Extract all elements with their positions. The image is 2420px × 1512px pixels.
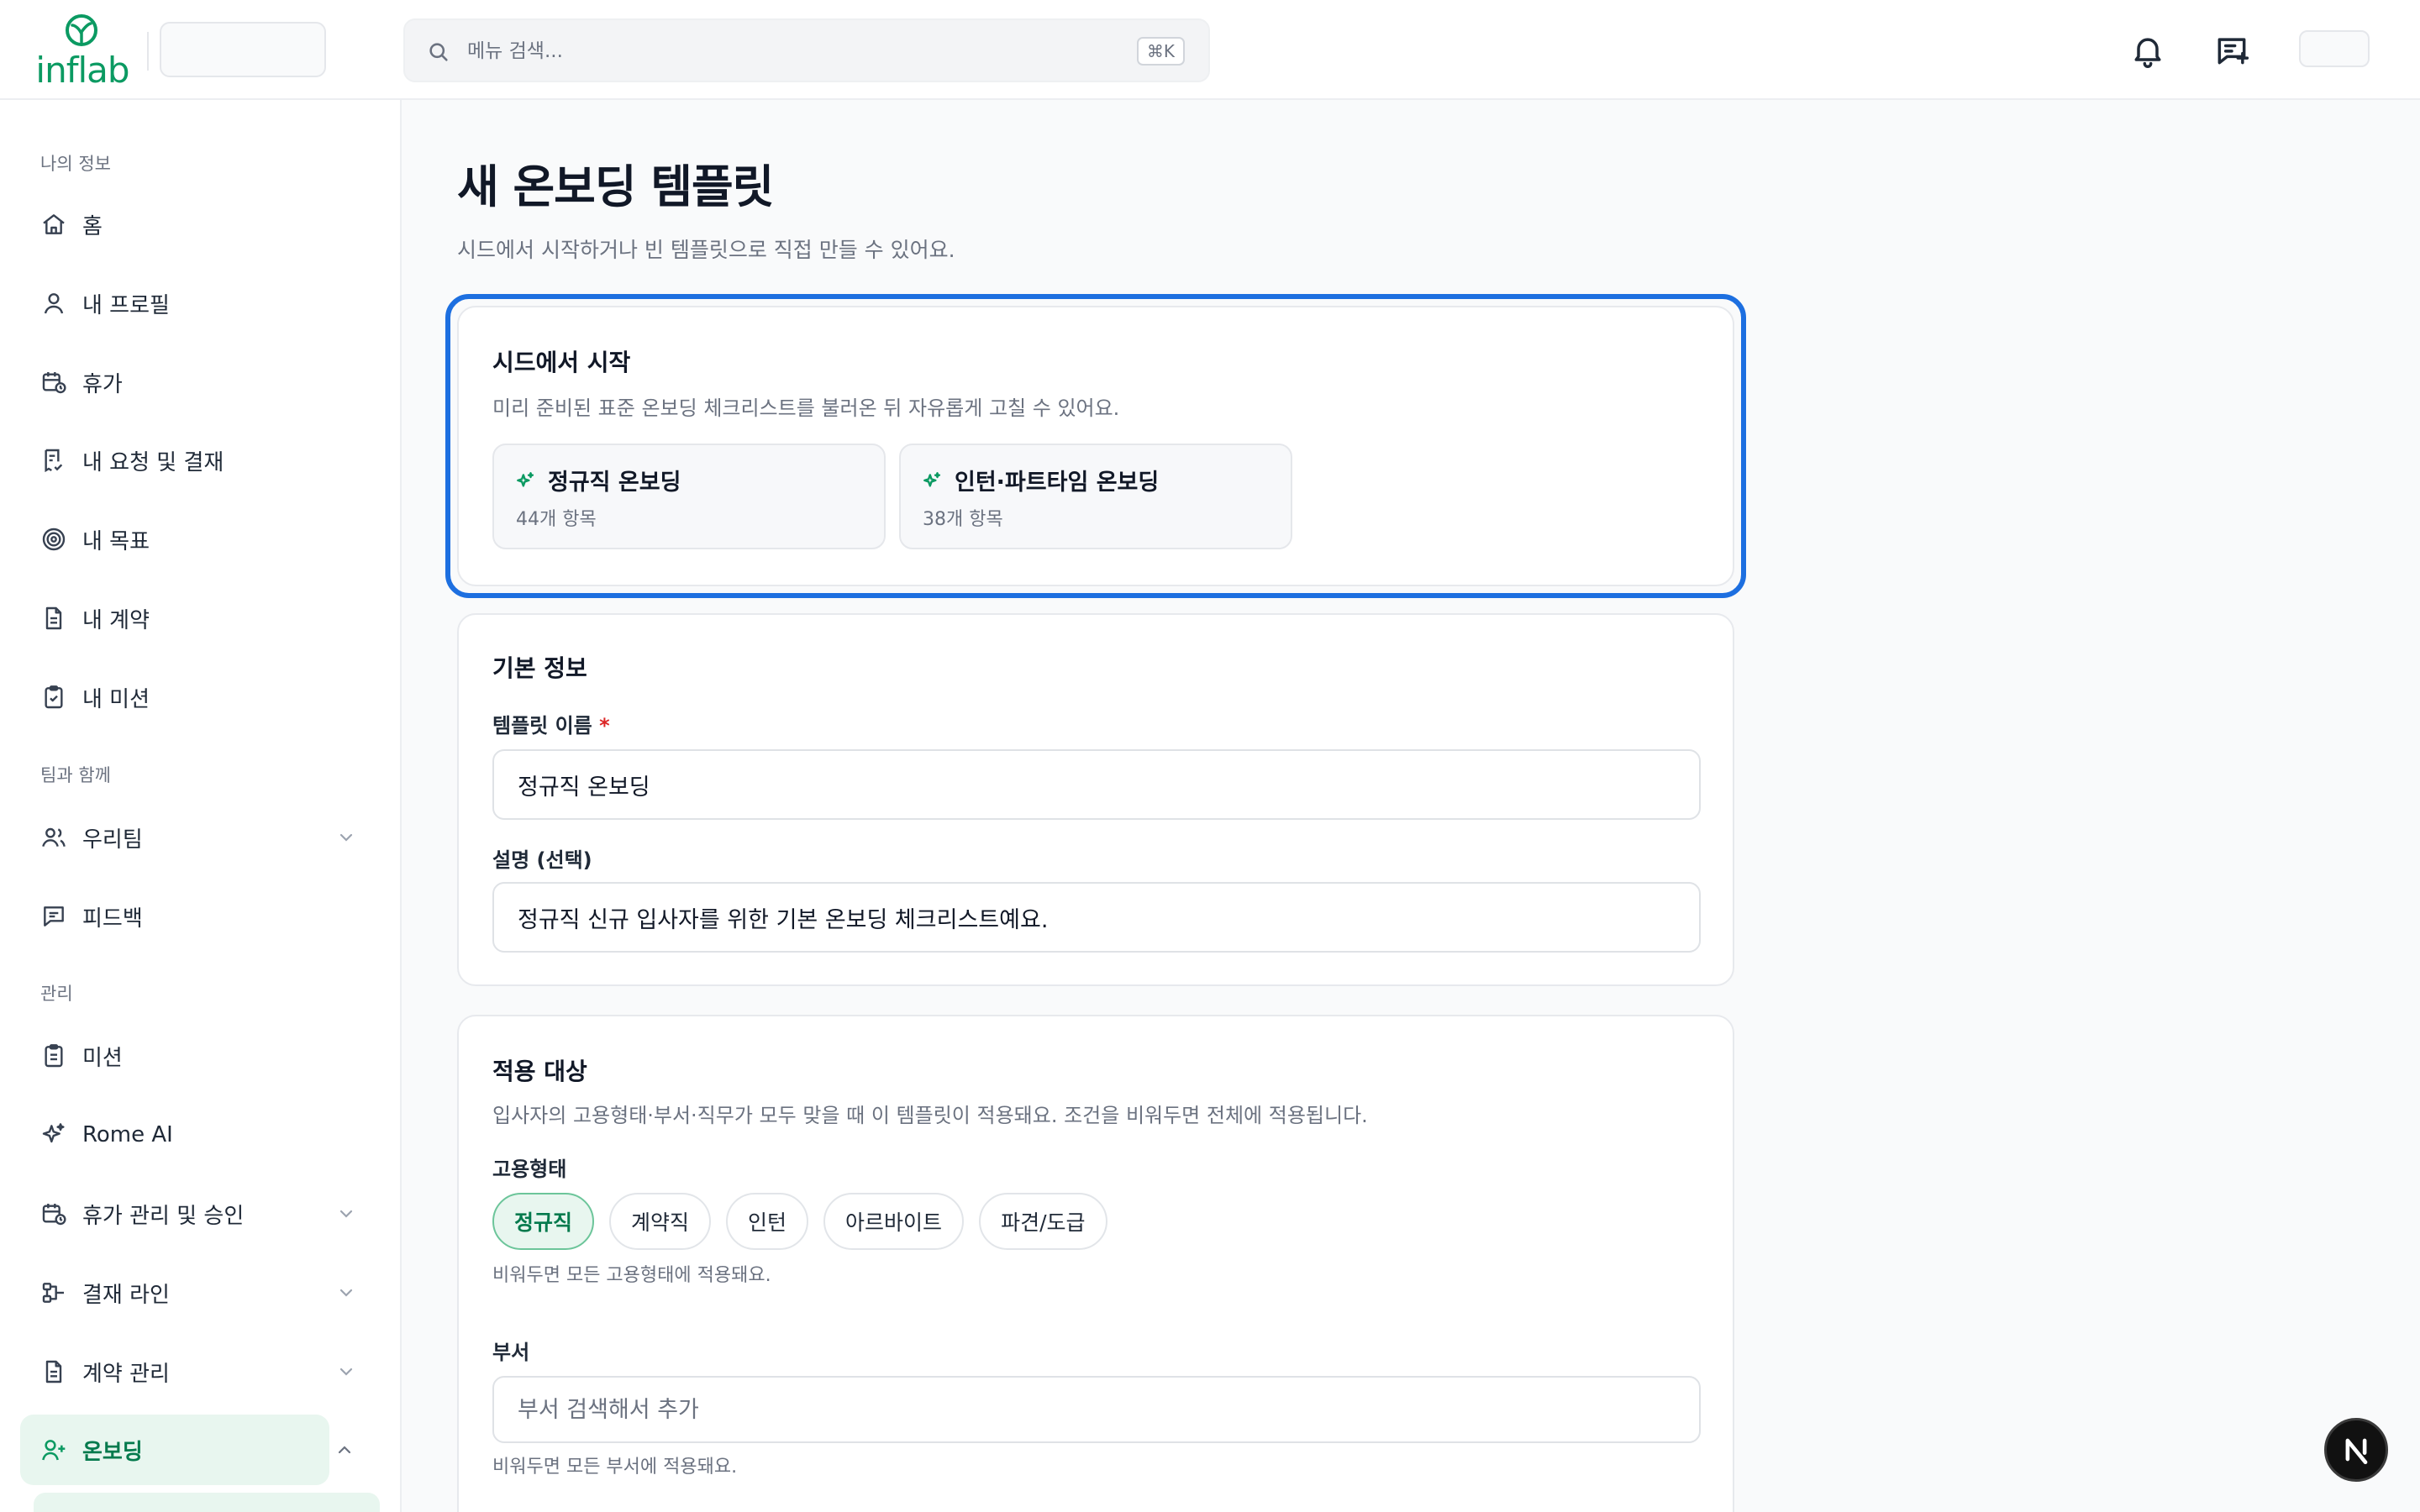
sidebar-item-label: 홈	[82, 213, 103, 239]
page-subtitle: 시드에서 시작하거나 빈 템플릿으로 직접 만들 수 있어요.	[457, 238, 955, 262]
target-card-description: 입사자의 고용형태·부서·직무가 모두 맞을 때 이 템플릿이 적용돼요. 조건…	[492, 1104, 1368, 1127]
clipboard-check-icon	[45, 685, 63, 709]
logo-text: inflab	[35, 50, 129, 87]
chevron-up-icon	[338, 1446, 351, 1454]
employment-type-label: 고용형태	[492, 1158, 567, 1181]
target-card-title: 적용 대상	[492, 1058, 587, 1085]
template-name-input[interactable]	[492, 749, 1701, 820]
bell-icon[interactable]	[2129, 32, 2166, 69]
department-label: 부서	[492, 1341, 530, 1364]
sidebar-item-leave-admin[interactable]: 휴가 관리 및 승인	[20, 1179, 381, 1249]
employment-type-chips: 정규직 계약직 인턴 아르바이트 파견/도급	[492, 1193, 1123, 1250]
inflab-logo[interactable]: inflab	[30, 13, 134, 87]
sidebar-item-home[interactable]: 홈	[20, 189, 381, 260]
sidebar-item-onboarding[interactable]: 온보딩	[20, 1415, 351, 1485]
description-input[interactable]	[492, 882, 1701, 953]
sidebar-item-label: 휴가	[82, 371, 123, 397]
sidebar-item-label: 내 미션	[82, 686, 150, 712]
basic-info-title: 기본 정보	[492, 654, 587, 682]
template-name-label-text: 템플릿 이름	[492, 714, 592, 738]
chevron-down-icon	[339, 833, 353, 842]
chip-parttime[interactable]: 아르바이트	[823, 1193, 965, 1250]
sidebar-item-label: 내 계약	[82, 607, 150, 633]
sidebar-item-label: 결재 라인	[82, 1282, 170, 1308]
home-icon	[43, 214, 65, 234]
sidebar-item-label: 계약 관리	[82, 1361, 170, 1387]
file-text-icon	[45, 606, 62, 630]
sidebar-item-label: 내 프로필	[82, 292, 170, 318]
workspace-switcher[interactable]	[160, 22, 326, 77]
chevron-down-icon	[339, 1289, 353, 1297]
sidebar-item-approval-line[interactable]: 결재 라인	[20, 1257, 381, 1328]
chip-dispatch[interactable]: 파견/도급	[979, 1193, 1107, 1250]
sidebar-item-mission-admin[interactable]: 미션	[20, 1021, 381, 1091]
nextjs-badge-icon[interactable]	[2324, 1418, 2388, 1482]
department-search-input[interactable]	[492, 1376, 1701, 1443]
chip-contract[interactable]: 계약직	[609, 1193, 712, 1250]
target-card: 적용 대상 입사자의 고용형태·부서·직무가 모두 맞을 때 이 템플릿이 적용…	[457, 1015, 1734, 1512]
clipboard-list-icon	[45, 1044, 63, 1068]
sidebar-item-label: 내 목표	[82, 528, 150, 554]
sidebar-item-goals[interactable]: 내 목표	[20, 504, 381, 575]
chevron-down-icon	[339, 1368, 353, 1376]
description-label: 설명 (선택)	[492, 848, 592, 872]
basic-info-card: 기본 정보 템플릿 이름 * 설명 (선택)	[457, 613, 1734, 986]
message-square-icon	[44, 906, 64, 927]
template-name-label: 템플릿 이름 *	[492, 709, 610, 738]
sidebar-subitem-active[interactable]	[34, 1493, 380, 1512]
sidebar-section-label: 나의 정보	[40, 154, 111, 174]
sidebar-item-label: 우리팀	[82, 827, 143, 853]
sidebar-item-profile[interactable]: 내 프로필	[20, 268, 381, 339]
employment-type-hint: 비워두면 모든 고용형태에 적용돼요.	[492, 1265, 771, 1286]
user-plus-icon	[42, 1440, 66, 1461]
top-bar: inflab ⌘K	[0, 0, 2420, 100]
sidebar-section-label: 팀과 함께	[40, 765, 111, 785]
sidebar-section-label: 관리	[40, 984, 73, 1004]
required-mark: *	[599, 714, 610, 738]
chip-intern[interactable]: 인턴	[726, 1193, 809, 1250]
target-icon	[42, 528, 66, 551]
sidebar-item-contracts[interactable]: 내 계약	[20, 583, 381, 654]
sidebar-item-label: 온보딩	[82, 1439, 143, 1465]
logo-divider	[147, 32, 149, 71]
sidebar: 나의 정보 홈 내 프로필 휴가 내 요청 및 결재 내 목표 내 계약 내 미…	[0, 100, 402, 1512]
search-input[interactable]	[467, 32, 1106, 71]
calendar-clock-icon	[42, 372, 66, 394]
users-icon	[42, 827, 66, 848]
file-text-icon	[45, 1360, 62, 1383]
receipt-icon	[45, 449, 63, 473]
user-menu[interactable]	[2299, 30, 2370, 67]
chevron-down-icon	[339, 1210, 353, 1218]
calendar-clock-icon	[42, 1204, 66, 1226]
sidebar-item-label: Rome AI	[82, 1122, 173, 1147]
sidebar-item-feedback[interactable]: 피드백	[20, 881, 381, 952]
search-icon	[429, 43, 448, 61]
sidebar-item-label: 휴가 관리 및 승인	[82, 1203, 245, 1229]
message-plus-icon[interactable]	[2213, 32, 2250, 69]
sidebar-item-requests[interactable]: 내 요청 및 결재	[20, 425, 381, 496]
sparkles-icon	[42, 1123, 65, 1143]
sidebar-item-label: 미션	[82, 1045, 123, 1071]
sidebar-item-label: 내 요청 및 결재	[82, 449, 224, 475]
chip-fulltime[interactable]: 정규직	[492, 1193, 595, 1250]
search-shortcut-badge: ⌘K	[1136, 37, 1185, 66]
sidebar-item-label: 피드백	[82, 906, 143, 932]
menu-search[interactable]: ⌘K	[403, 18, 1210, 82]
department-hint: 비워두면 모든 부서에 적용돼요.	[492, 1457, 738, 1478]
sidebar-item-leave[interactable]: 휴가	[20, 347, 381, 417]
user-icon	[44, 293, 64, 314]
page-title: 새 온보딩 템플릿	[457, 160, 774, 213]
git-branch-icon	[42, 1283, 64, 1303]
sidebar-item-rome-ai[interactable]: Rome AI	[20, 1100, 381, 1170]
sidebar-item-missions[interactable]: 내 미션	[20, 662, 381, 732]
sidebar-item-contract-admin[interactable]: 계약 관리	[20, 1336, 381, 1407]
focus-ring	[445, 294, 1746, 598]
sidebar-item-my-team[interactable]: 우리팀	[20, 802, 381, 873]
